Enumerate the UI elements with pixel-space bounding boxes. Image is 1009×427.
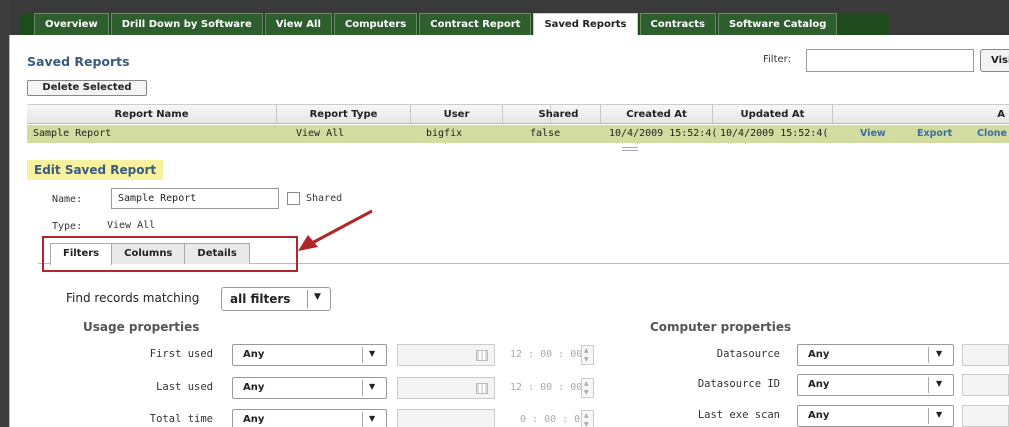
export-link[interactable]: Export <box>917 125 957 143</box>
column-shared[interactable]: Shared <box>517 105 601 124</box>
column-report-type[interactable]: Report Type <box>277 105 411 124</box>
tab-view-all[interactable]: View All <box>264 13 332 35</box>
first-used-select[interactable]: Any ▼ <box>232 344 387 366</box>
name-label: Name: <box>52 194 83 205</box>
page-title: Saved Reports <box>27 54 130 69</box>
shared-checkbox[interactable] <box>287 192 300 205</box>
cell-updated-at: 10/4/2009 15:52:4( <box>720 128 829 139</box>
top-navigation-bar: Overview Drill Down by Software View All… <box>9 0 1009 35</box>
first-used-time[interactable]: 12 : 00 : 00 <box>510 349 582 360</box>
total-time-value: Any <box>243 414 265 425</box>
grid-header: Report Name Report Type User Shared Crea… <box>27 104 1009 124</box>
resize-handle[interactable] <box>622 147 638 151</box>
column-report-name[interactable]: Report Name <box>27 105 277 124</box>
tab-contracts[interactable]: Contracts <box>639 13 716 35</box>
edit-saved-report-heading: Edit Saved Report <box>27 160 164 180</box>
chevron-down-icon: ▼ <box>936 349 943 358</box>
tab-contract-report[interactable]: Contract Report <box>419 13 532 35</box>
view-link[interactable]: View <box>860 125 890 143</box>
datasource-id-input[interactable] <box>962 374 1009 396</box>
chevron-down-icon: ▼ <box>314 292 321 302</box>
match-mode-select[interactable]: all filters ▼ <box>221 287 331 311</box>
column-user[interactable]: User <box>411 105 503 124</box>
delete-selected-button[interactable]: Delete Selected <box>27 80 147 96</box>
chevron-down-icon: ▼ <box>936 379 943 388</box>
usage-properties-heading: Usage properties <box>83 320 200 334</box>
datasource-id-label: Datasource ID <box>697 378 780 390</box>
chevron-down-icon: ▼ <box>369 414 376 423</box>
first-used-value: Any <box>243 349 265 360</box>
cell-user: bigfix <box>426 128 463 139</box>
type-label: Type: <box>52 221 83 232</box>
computer-properties-heading: Computer properties <box>650 320 792 334</box>
last-exe-scan-value: Any <box>808 410 830 421</box>
tab-overview[interactable]: Overview <box>34 13 109 35</box>
last-used-label: Last used <box>156 381 213 393</box>
cell-report-type: View All <box>296 128 345 139</box>
type-value: View All <box>107 220 156 231</box>
last-used-time[interactable]: 12 : 00 : 00 <box>510 382 582 393</box>
chevron-down-icon: ▼ <box>369 349 376 358</box>
datasource-label: Datasource <box>716 348 780 360</box>
datasource-select[interactable]: Any ▼ <box>797 344 954 366</box>
last-used-select[interactable]: Any ▼ <box>232 377 387 399</box>
total-time-time[interactable]: 0 : 00 : 00 <box>520 414 586 425</box>
clone-link[interactable]: Clone <box>977 125 1009 143</box>
tab-drill-down-by-software[interactable]: Drill Down by Software <box>110 13 263 35</box>
column-updated-at[interactable]: Updated At <box>713 105 833 124</box>
calendar-icon[interactable] <box>476 383 488 394</box>
datasource-id-value: Any <box>808 379 830 390</box>
shared-label: Shared <box>306 193 343 204</box>
left-window-edge <box>0 0 9 427</box>
calendar-icon[interactable] <box>476 350 488 361</box>
datasource-id-select[interactable]: Any ▼ <box>797 374 954 396</box>
tab-list: Overview Drill Down by Software View All… <box>34 13 839 35</box>
main-content <box>9 35 1009 427</box>
last-exe-scan-select[interactable]: Any ▼ <box>797 405 954 427</box>
filter-input[interactable] <box>806 49 974 72</box>
table-row[interactable]: Sample Report View All bigfix false 10/4… <box>27 125 1009 143</box>
tab-computers[interactable]: Computers <box>333 13 418 35</box>
annotation-arrow-icon <box>298 209 373 251</box>
first-used-date-field[interactable] <box>397 344 495 366</box>
datasource-value: Any <box>808 349 830 360</box>
visible-button[interactable]: Visi <box>980 49 1009 72</box>
total-time-label: Total time <box>149 413 213 425</box>
chevron-down-icon: ▼ <box>369 382 376 391</box>
name-input[interactable]: Sample Report <box>111 188 279 209</box>
last-exe-scan-label: Last exe scan <box>697 409 780 421</box>
datasource-input[interactable] <box>962 344 1009 366</box>
annotation-highlight-box <box>42 236 298 272</box>
total-time-select[interactable]: Any ▼ <box>232 409 387 427</box>
chevron-down-icon: ▼ <box>936 410 943 419</box>
last-exe-scan-input[interactable] <box>962 405 1009 427</box>
match-mode-value: all filters <box>230 292 291 306</box>
cell-created-at: 10/4/2009 15:52:4( <box>609 128 718 139</box>
column-created-at[interactable]: Created At <box>601 105 713 124</box>
total-time-value-field[interactable] <box>397 409 495 427</box>
last-used-time-spinner[interactable]: ▲ ▼ <box>581 378 594 398</box>
first-used-label: First used <box>149 348 213 360</box>
cell-shared: false <box>530 128 561 139</box>
cell-report-name: Sample Report <box>33 128 112 139</box>
column-actions[interactable]: A <box>833 105 1005 124</box>
tab-saved-reports[interactable]: Saved Reports <box>533 13 638 35</box>
total-time-spinner[interactable]: ▲ ▼ <box>581 410 594 427</box>
first-used-time-spinner[interactable]: ▲ ▼ <box>581 345 594 365</box>
find-records-label: Find records matching <box>66 291 200 305</box>
filter-label: Filter: <box>763 54 791 65</box>
last-used-date-field[interactable] <box>397 377 495 399</box>
tab-software-catalog[interactable]: Software Catalog <box>717 13 838 35</box>
last-used-value: Any <box>243 382 265 393</box>
